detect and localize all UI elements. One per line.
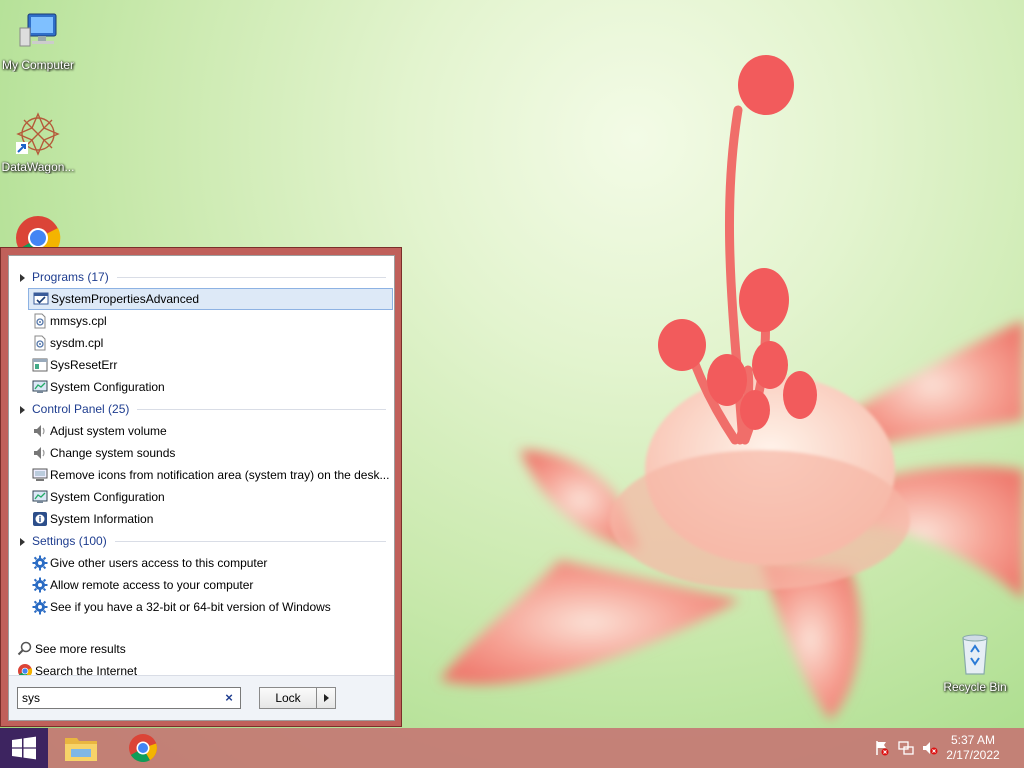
taskbar: 5:37 AM 2/17/2022	[0, 728, 1024, 768]
speaker-icon	[32, 445, 48, 461]
result-group-header[interactable]: Programs (17)	[9, 266, 394, 288]
cpl-file-icon	[32, 313, 48, 329]
start-button[interactable]	[0, 728, 48, 768]
search-result-label: Adjust system volume	[50, 424, 167, 438]
search-result-label: System Configuration	[50, 380, 165, 394]
magnifier-icon	[17, 641, 33, 657]
desktop-icon-label: My Computer	[1, 58, 75, 72]
see-more-results[interactable]: See more results	[15, 638, 395, 660]
search-result-item[interactable]: System Configuration	[28, 486, 391, 508]
group-divider	[137, 409, 386, 410]
volume-muted-icon[interactable]	[922, 740, 938, 756]
search-result-item[interactable]: Adjust system volume	[28, 420, 391, 442]
search-result-item[interactable]: SysResetErr	[28, 354, 391, 376]
search-result-item[interactable]: Change system sounds	[28, 442, 391, 464]
search-result-item[interactable]: SystemPropertiesAdvanced	[28, 288, 393, 310]
gear-icon	[32, 577, 48, 593]
expand-triangle-icon	[20, 274, 25, 282]
search-result-item[interactable]: Remove icons from notification area (sys…	[28, 464, 391, 486]
result-group-title: Settings (100)	[32, 534, 107, 548]
windows-logo-icon	[12, 736, 36, 760]
svg-text:i: i	[39, 515, 42, 524]
search-results: Programs (17) SystemPropertiesAdvanced mms…	[9, 256, 394, 618]
search-bottom-bar: × Lock	[9, 675, 394, 720]
search-result-item[interactable]: See if you have a 32-bit or 64-bit versi…	[28, 596, 391, 618]
desktop-icon-datawagon[interactable]: DataWagon...	[0, 110, 76, 174]
system-config-icon	[32, 489, 48, 505]
clear-search-button[interactable]: ×	[222, 690, 236, 706]
group-divider	[115, 541, 386, 542]
search-result-label: mmsys.cpl	[50, 314, 107, 328]
search-result-item[interactable]: System Configuration	[28, 376, 391, 398]
app-window-icon	[32, 357, 48, 373]
group-divider	[117, 277, 386, 278]
search-result-label: System Information	[50, 512, 154, 526]
clock-time: 5:37 AM	[950, 733, 996, 747]
result-group-header[interactable]: Settings (100)	[9, 530, 394, 552]
recycle-bin-icon	[951, 630, 999, 678]
start-menu: Programs (17) SystemPropertiesAdvanced mms…	[0, 247, 402, 727]
result-group-title: Programs (17)	[32, 270, 109, 284]
folder-icon	[65, 738, 97, 761]
gear-icon	[32, 555, 48, 571]
search-result-item[interactable]: Allow remote access to your computer	[28, 574, 391, 596]
system-clock[interactable]: 5:37 AM 2/17/2022	[938, 733, 1008, 763]
system-info-icon: i	[32, 511, 48, 527]
flag-icon[interactable]	[874, 740, 890, 756]
desktop-icon-label: DataWagon...	[1, 160, 75, 174]
search-result-item[interactable]: sysdm.cpl	[28, 332, 391, 354]
search-result-item[interactable]: mmsys.cpl	[28, 310, 391, 332]
desktop-icon-my-computer[interactable]: My Computer	[0, 8, 76, 72]
datawagon-icon	[14, 110, 62, 158]
chrome-icon	[129, 734, 157, 762]
start-menu-panel: Programs (17) SystemPropertiesAdvanced mms…	[8, 255, 395, 721]
monitor-icon	[32, 467, 48, 483]
search-result-label: System Configuration	[50, 490, 165, 504]
computer-icon	[14, 8, 62, 56]
taskbar-file-explorer[interactable]	[52, 728, 110, 768]
desktop-icon-label: Recycle Bin	[943, 680, 1007, 694]
search-result-label: Remove icons from notification area (sys…	[50, 468, 390, 482]
chevron-right-icon	[324, 694, 329, 702]
see-more-results-label: See more results	[35, 642, 126, 656]
speaker-icon	[32, 423, 48, 439]
search-result-label: SysResetErr	[50, 358, 118, 372]
network-icon[interactable]	[898, 740, 914, 756]
clock-date: 2/17/2022	[946, 748, 1000, 762]
search-result-item[interactable]: i System Information	[28, 508, 391, 530]
expand-triangle-icon	[20, 406, 25, 414]
lock-button[interactable]: Lock	[259, 687, 317, 709]
system-config-icon	[32, 379, 48, 395]
result-group-title: Control Panel (25)	[32, 402, 130, 416]
cpl-file-icon	[32, 335, 48, 351]
expand-triangle-icon	[20, 538, 25, 546]
system-properties-icon	[33, 291, 49, 307]
search-result-label: See if you have a 32-bit or 64-bit versi…	[50, 600, 331, 614]
result-group-header[interactable]: Control Panel (25)	[9, 398, 394, 420]
search-result-item[interactable]: Give other users access to this computer	[28, 552, 391, 574]
search-result-label: SystemPropertiesAdvanced	[51, 292, 200, 306]
search-result-label: Give other users access to this computer	[50, 556, 268, 570]
search-result-label: sysdm.cpl	[50, 336, 104, 350]
gear-icon	[32, 599, 48, 615]
power-options-arrow-button[interactable]	[316, 687, 336, 709]
search-result-label: Change system sounds	[50, 446, 176, 460]
search-input[interactable]	[22, 690, 212, 706]
search-box: ×	[17, 687, 241, 709]
desktop-icon-recycle-bin[interactable]: Recycle Bin	[937, 630, 1013, 694]
search-result-label: Allow remote access to your computer	[50, 578, 254, 592]
taskbar-chrome[interactable]	[114, 728, 172, 768]
